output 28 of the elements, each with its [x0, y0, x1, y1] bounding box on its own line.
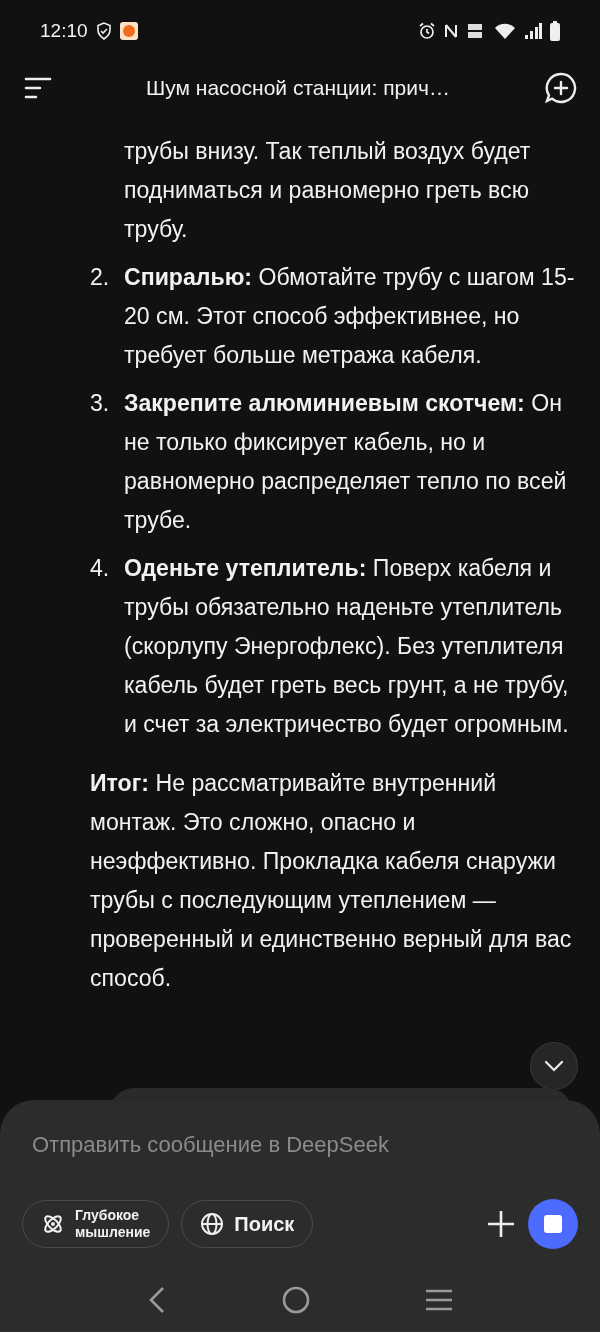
menu-icon[interactable]	[22, 75, 52, 101]
summary-paragraph: Итог: Не рассматривайте внутренний монтаж. Это сложно, опасно и неэффективно. Прокладка кабеля снаружи трубы с последующим утеплением — проверенный и единственно верный для вас способ.	[90, 769, 573, 993]
new-chat-icon[interactable]	[544, 71, 578, 105]
list-item-text: трубы внизу. Так теплый воздух будет подниматься и равномерно греть всю трубу.	[124, 137, 532, 244]
chevron-down-icon	[544, 1060, 564, 1072]
list-number: 4.	[90, 554, 111, 583]
wifi-icon	[494, 22, 516, 40]
list-number: 3.	[90, 389, 111, 418]
list-item-text: Закрепите алюминиевым скотчем: Он не только фиксирует кабель, но и равномерно распределяет тепло по всей трубе.	[124, 389, 568, 535]
alarm-icon	[418, 22, 436, 40]
message-input[interactable]: Отправить сообщение в DeepSeek	[0, 1100, 600, 1161]
battery-icon	[550, 21, 560, 41]
list-item-text: Спиралью: Обмотайте трубу с шагом 15-20 см. Этот способ эффективнее, но требует больше метража кабеля.	[124, 263, 575, 370]
scroll-down-button[interactable]	[530, 1042, 578, 1090]
shield-icon	[95, 22, 112, 40]
recent-apps-icon[interactable]	[424, 1287, 453, 1313]
nfc-icon	[444, 22, 458, 40]
atom-icon	[41, 1212, 65, 1236]
list-number: 2.	[90, 263, 111, 292]
list-item-text: Оденьте утеплитель: Поверх кабеля и трубы обязательно наденьте утеплитель (скорлупу Энергофлекс). Без утеплителя кабель будет греть весь грунт, а не трубу, и счет за электричество будет огромным.	[124, 554, 570, 739]
app-notification-icon	[119, 22, 138, 40]
add-icon[interactable]	[486, 1209, 516, 1239]
clock-time: 12:10	[40, 18, 88, 43]
globe-icon	[200, 1212, 225, 1236]
home-icon[interactable]	[282, 1286, 310, 1314]
stop-icon	[544, 1215, 562, 1233]
signal-icon	[524, 22, 542, 40]
chat-title: Шум насосной станции: прич…	[145, 75, 451, 102]
